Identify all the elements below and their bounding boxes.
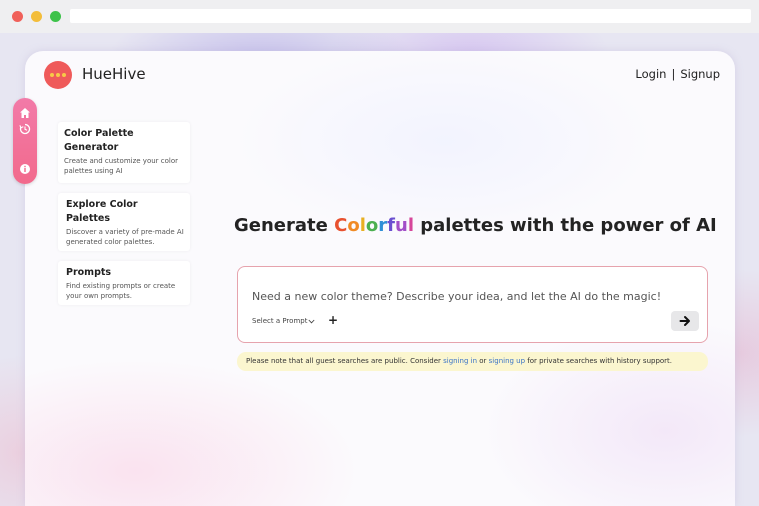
feature-title: Color Palette Generator (64, 128, 134, 153)
feature-title: Prompts (66, 267, 112, 278)
headline-prefix: Generate (234, 215, 335, 236)
headline-highlight: Colorful (334, 215, 414, 236)
window-close-dot[interactable] (12, 11, 23, 22)
notice-text: Please note that all guest searches are … (246, 357, 444, 365)
add-prompt-button[interactable]: + (328, 313, 338, 327)
signup-link[interactable]: Signup (680, 67, 720, 81)
prompt-input[interactable]: Need a new color theme? Describe your id… (252, 290, 661, 303)
headline-highlight-letter: o (347, 215, 360, 236)
feature-title: Explore Color Palettes (66, 199, 138, 224)
history-icon[interactable] (19, 123, 31, 135)
select-prompt-label: Select a Prompt (252, 317, 308, 325)
browser-chrome (0, 0, 759, 33)
address-bar[interactable] (70, 9, 751, 23)
auth-separator: | (671, 67, 676, 81)
arrow-right-icon (679, 316, 690, 326)
select-prompt-dropdown[interactable]: Select a Prompt (252, 317, 315, 325)
headline-highlight-letter: o (365, 215, 379, 236)
window-minimize-dot[interactable] (31, 11, 42, 22)
prompt-box[interactable]: Need a new color theme? Describe your id… (237, 266, 708, 343)
signing-in-link[interactable]: signing in (443, 357, 477, 365)
headline-suffix: palettes with the power of AI (413, 215, 717, 236)
headline-highlight-letter: f (387, 215, 395, 236)
feature-card-palette-generator[interactable]: Color Palette Generator Create and custo… (58, 122, 190, 183)
feature-description: Create and customize your color palettes… (64, 157, 179, 175)
app-logo[interactable] (44, 61, 72, 89)
home-icon[interactable] (19, 107, 31, 119)
chevron-down-icon (308, 319, 315, 323)
send-button[interactable] (671, 311, 699, 331)
page-headline: Generate Colorful palettes with the powe… (234, 215, 717, 236)
info-icon[interactable] (19, 163, 31, 175)
feature-card-explore-palettes[interactable]: Explore Color Palettes Discover a variet… (58, 193, 190, 251)
feature-card-prompts[interactable]: Prompts Find existing prompts or create … (58, 261, 190, 305)
headline-highlight-letter: u (394, 215, 408, 236)
app-name[interactable]: HueHive (82, 65, 146, 83)
notice-text: or (477, 357, 489, 365)
signing-up-link[interactable]: signing up (489, 357, 525, 365)
guest-notice: Please note that all guest searches are … (237, 352, 708, 371)
login-link[interactable]: Login (635, 67, 666, 81)
notice-text: for private searches with history suppor… (525, 357, 673, 365)
side-rail (13, 98, 37, 184)
window-maximize-dot[interactable] (50, 11, 61, 22)
auth-links: Login | Signup (635, 67, 720, 81)
feature-description: Discover a variety of pre-made AI genera… (66, 228, 184, 246)
feature-description: Find existing prompts or create your own… (66, 282, 176, 300)
headline-highlight-letter: C (334, 215, 348, 236)
headline-highlight-letter: r (378, 215, 388, 236)
